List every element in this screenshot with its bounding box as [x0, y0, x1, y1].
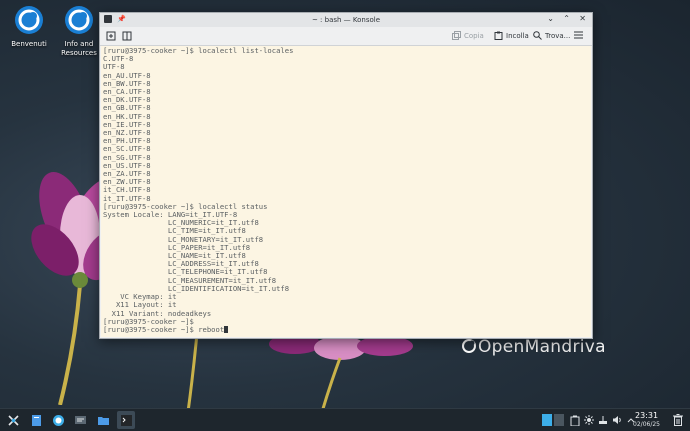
terminal-line: [ruru@3975-cooker ~]$ reboot [103, 324, 225, 334]
clipboard-icon [570, 415, 580, 426]
taskbar-browser-app[interactable] [49, 411, 67, 429]
openmandriva-brand: OpenMandriva [461, 337, 606, 357]
paste-icon [494, 31, 503, 40]
volume-icon [613, 416, 621, 424]
split-view-icon [122, 31, 132, 41]
window-title: ~ : bash — Konsole [311, 16, 381, 24]
wallpaper-flower-right [269, 334, 413, 412]
close-icon[interactable]: ✕ [579, 15, 586, 23]
openmandriva-logo-icon [15, 6, 43, 34]
split-view-button[interactable] [122, 31, 132, 41]
minimize-icon[interactable]: ⌄ [547, 15, 554, 23]
system-monitor-icon [74, 415, 86, 424]
openmandriva-logo-icon [462, 339, 476, 353]
clock-time: 23:31 [634, 411, 659, 420]
taskbar-folder-app[interactable] [94, 411, 112, 429]
find-button[interactable]: Trova... [533, 31, 570, 40]
hamburger-menu-icon [574, 31, 583, 39]
terminal-icon [120, 414, 132, 426]
window-titlebar[interactable]: 📌 ~ : bash — Konsole ⌄ ⌃ ✕ [100, 13, 592, 27]
terminal-cursor [224, 325, 229, 333]
new-tab-button[interactable] [106, 31, 116, 41]
hamburger-menu-button[interactable] [574, 31, 583, 39]
app-launcher-icon [7, 414, 19, 426]
search-icon [533, 31, 542, 40]
digital-clock[interactable]: 23:31 02/06/25 [633, 411, 660, 429]
konsole-window[interactable]: 📌 ~ : bash — Konsole ⌄ ⌃ ✕ Copia Incolla… [99, 12, 593, 339]
taskbar-konsole-app[interactable] [117, 411, 135, 429]
browser-icon [52, 414, 64, 426]
taskbar-files-app[interactable] [27, 411, 45, 429]
paste-button[interactable]: Incolla [494, 31, 529, 40]
copy-button[interactable]: Copia [452, 31, 484, 40]
virtual-desktop-pager[interactable] [541, 411, 565, 429]
brightness-icon [584, 415, 594, 425]
new-tab-icon [106, 31, 116, 41]
copy-icon [452, 31, 461, 40]
taskbar: 23:31 02/06/25 [0, 408, 690, 431]
taskbar-system-monitor[interactable] [71, 411, 89, 429]
trash-icon [673, 414, 683, 426]
clock-date: 02/06/25 [633, 421, 660, 428]
trash-button[interactable] [669, 411, 687, 429]
network-icon [599, 416, 607, 424]
pager-icon [542, 414, 564, 426]
folder-icon [97, 416, 109, 425]
konsole-toolbar: Copia Incolla Trova... [100, 27, 592, 46]
maximize-icon[interactable]: ⌃ [563, 15, 570, 23]
openmandriva-logo-icon [65, 6, 93, 34]
application-launcher[interactable] [4, 411, 22, 429]
terminal-output[interactable]: [ruru@3975-cooker ~]$ localectl list-loc… [101, 46, 591, 337]
terminal-text: [ruru@3975-cooker ~]$ localectl list-loc… [101, 46, 591, 335]
files-icon [31, 414, 41, 426]
